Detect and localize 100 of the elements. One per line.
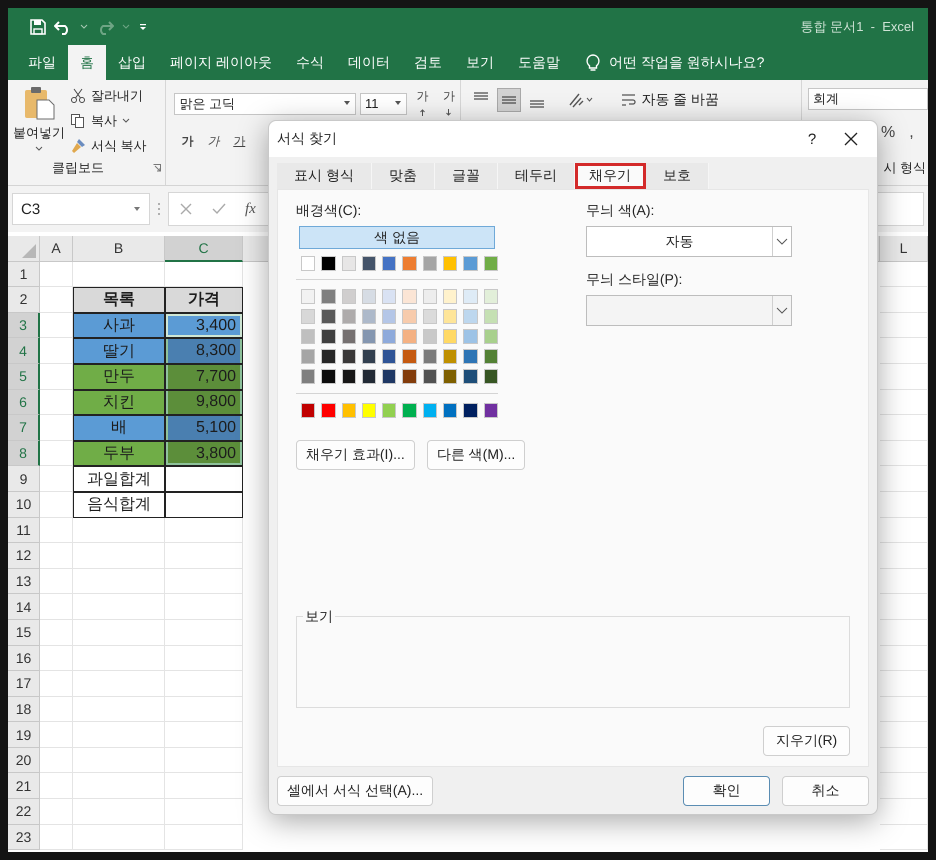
grid-cell[interactable] bbox=[165, 748, 243, 774]
color-swatch[interactable] bbox=[362, 256, 376, 272]
grid-cell[interactable] bbox=[40, 799, 73, 825]
grid-cell[interactable] bbox=[880, 364, 928, 390]
copy-button[interactable]: 복사 bbox=[70, 111, 147, 131]
color-swatch[interactable] bbox=[463, 289, 478, 304]
grid-cell[interactable] bbox=[165, 799, 243, 825]
grid-cell[interactable] bbox=[165, 620, 243, 646]
color-swatch[interactable] bbox=[382, 289, 396, 304]
insert-function-button[interactable]: fx bbox=[245, 200, 256, 218]
grid-cell[interactable] bbox=[880, 620, 928, 646]
row-header[interactable]: 23 bbox=[8, 824, 40, 850]
table-cell[interactable]: 딸기 bbox=[73, 338, 165, 364]
grid-cell[interactable] bbox=[40, 696, 73, 722]
grid-cell[interactable] bbox=[880, 492, 928, 518]
row-header[interactable]: 3 bbox=[8, 312, 40, 338]
color-swatch[interactable] bbox=[382, 256, 396, 272]
row-header[interactable]: 7 bbox=[8, 415, 40, 441]
ribbon-tab[interactable]: 보기 bbox=[454, 45, 506, 80]
more-colors-button[interactable]: 다른 색(M)... bbox=[426, 440, 526, 470]
grid-cell[interactable] bbox=[880, 722, 928, 748]
color-swatch[interactable] bbox=[422, 369, 438, 384]
row-header[interactable]: 20 bbox=[8, 748, 40, 774]
color-swatch[interactable] bbox=[463, 256, 478, 272]
color-swatch[interactable] bbox=[382, 329, 396, 344]
color-swatch[interactable] bbox=[301, 369, 316, 384]
row-header[interactable]: 8 bbox=[8, 440, 40, 466]
clear-button[interactable]: 지우기(R) bbox=[763, 726, 850, 756]
row-header[interactable]: 17 bbox=[8, 671, 40, 697]
ribbon-tab[interactable]: 페이지 레이아웃 bbox=[158, 45, 284, 80]
fill-effects-button[interactable]: 채우기 효과(I)... bbox=[296, 440, 415, 470]
color-swatch[interactable] bbox=[382, 403, 396, 418]
row-header[interactable]: 18 bbox=[8, 696, 40, 722]
comma-button[interactable]: , bbox=[906, 124, 917, 142]
table-cell[interactable]: 3,800 bbox=[165, 440, 243, 466]
color-swatch[interactable] bbox=[321, 309, 336, 324]
color-swatch[interactable] bbox=[382, 369, 396, 384]
grid-cell[interactable] bbox=[880, 748, 928, 774]
ribbon-tab[interactable]: 홈 bbox=[68, 45, 106, 80]
grid-cell[interactable] bbox=[165, 543, 243, 569]
grid-cell[interactable] bbox=[165, 568, 243, 594]
cut-button[interactable]: 잘라내기 bbox=[70, 86, 147, 106]
color-swatch[interactable] bbox=[301, 349, 316, 364]
dialog-tab[interactable]: 글꼴 bbox=[434, 163, 498, 190]
row-header[interactable]: 15 bbox=[8, 620, 40, 646]
color-swatch[interactable] bbox=[422, 349, 438, 364]
grid-cell[interactable] bbox=[880, 824, 928, 850]
pattern-color-dropdown[interactable]: 자동 bbox=[586, 226, 792, 258]
grid-cell[interactable] bbox=[73, 671, 165, 697]
row-header[interactable]: 4 bbox=[8, 338, 40, 364]
color-swatch[interactable] bbox=[342, 329, 356, 344]
underline-button[interactable]: 가 bbox=[230, 133, 248, 150]
color-swatch[interactable] bbox=[382, 309, 396, 324]
color-swatch[interactable] bbox=[321, 256, 336, 272]
check-icon[interactable] bbox=[211, 202, 227, 216]
grid-cell[interactable] bbox=[165, 671, 243, 697]
color-swatch[interactable] bbox=[463, 329, 478, 344]
grid-cell[interactable] bbox=[73, 824, 165, 850]
color-swatch[interactable] bbox=[463, 349, 478, 364]
name-box[interactable]: C3 bbox=[12, 193, 150, 225]
grid-cell[interactable] bbox=[880, 773, 928, 800]
color-swatch[interactable] bbox=[301, 309, 316, 324]
ok-button[interactable]: 확인 bbox=[683, 776, 770, 806]
number-format-dropdown[interactable]: 회계 bbox=[808, 88, 928, 110]
color-swatch[interactable] bbox=[422, 403, 438, 418]
row-header[interactable]: 2 bbox=[8, 287, 40, 313]
grid-cell[interactable] bbox=[165, 722, 243, 748]
grid-cell[interactable] bbox=[880, 312, 928, 338]
ribbon-tab[interactable]: 검토 bbox=[402, 45, 454, 80]
grid-cell[interactable] bbox=[73, 646, 165, 672]
grid-cell[interactable] bbox=[40, 543, 73, 569]
dialog-tab[interactable]: 채우기 bbox=[574, 163, 646, 190]
grid-cell[interactable] bbox=[880, 440, 928, 466]
grid-cell[interactable] bbox=[880, 646, 928, 672]
grid-cell[interactable] bbox=[165, 594, 243, 620]
grid-cell[interactable] bbox=[880, 338, 928, 364]
grid-cell[interactable] bbox=[165, 518, 243, 544]
row-header[interactable]: 9 bbox=[8, 466, 40, 492]
color-swatch[interactable] bbox=[484, 349, 498, 364]
column-header[interactable]: A bbox=[40, 236, 73, 262]
row-header[interactable]: 21 bbox=[8, 773, 40, 800]
color-swatch[interactable] bbox=[443, 349, 458, 364]
color-swatch[interactable] bbox=[402, 256, 417, 272]
column-header[interactable]: C bbox=[165, 236, 243, 262]
paste-button[interactable]: 붙여넣기 bbox=[8, 86, 70, 159]
color-swatch[interactable] bbox=[402, 329, 417, 344]
italic-button[interactable]: 가 bbox=[204, 133, 222, 150]
cancel-button[interactable]: 취소 bbox=[782, 776, 869, 806]
color-swatch[interactable] bbox=[402, 349, 417, 364]
table-cell[interactable]: 5,100 bbox=[165, 415, 243, 441]
table-cell[interactable]: 음식합계 bbox=[73, 492, 165, 518]
row-header[interactable]: 6 bbox=[8, 390, 40, 416]
color-swatch[interactable] bbox=[382, 349, 396, 364]
grid-cell[interactable] bbox=[880, 594, 928, 620]
grid-cell[interactable] bbox=[73, 594, 165, 620]
grid-cell[interactable] bbox=[880, 543, 928, 569]
grid-cell[interactable] bbox=[880, 671, 928, 697]
caret-icon[interactable] bbox=[122, 24, 130, 30]
grid-cell[interactable] bbox=[40, 568, 73, 594]
bold-button[interactable]: 가 bbox=[178, 133, 196, 150]
